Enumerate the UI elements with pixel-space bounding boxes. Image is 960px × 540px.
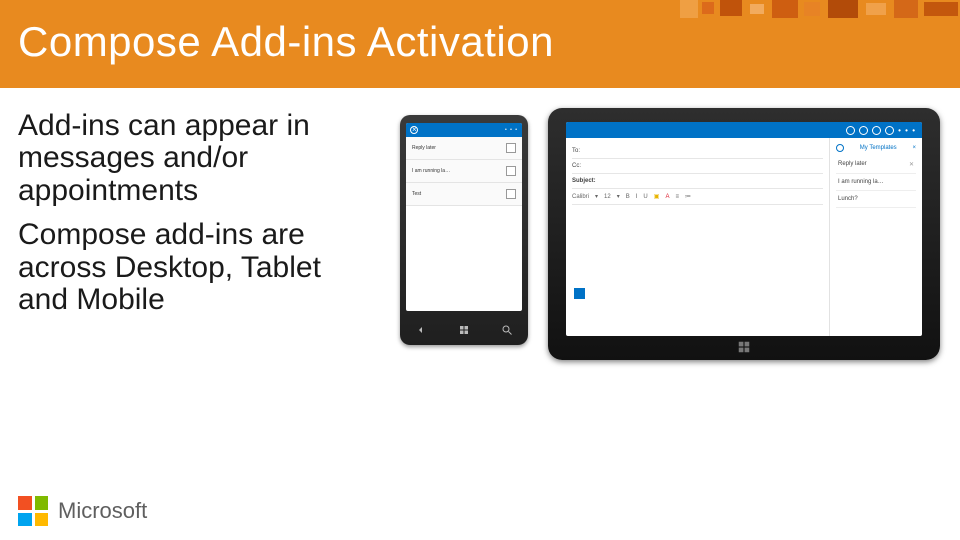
template-item[interactable]: Lunch? [836,191,916,208]
format-toolbar: Calibri ▾ 12 ▾ B I U ▣ A ≡ ≔ [572,189,823,205]
delete-icon[interactable]: ✕ [909,161,914,168]
thumbnail-icon [506,189,516,199]
microsoft-logo-icon [18,496,48,526]
windows-icon[interactable] [737,340,751,354]
thumbnail-icon [506,143,516,153]
close-icon[interactable] [410,126,418,134]
header-band: Compose Add-ins Activation [0,0,960,88]
list-item[interactable]: I am running la… [406,160,522,183]
body-paragraph-2: Compose add-ins are across Desktop, Tabl… [18,219,378,316]
footer: Microsoft [18,496,147,526]
to-label: To: [572,148,580,154]
sidepane-my-templates: My Templates × Reply later ✕ I am runnin… [830,138,922,336]
subject-field[interactable]: Subject: [572,174,823,189]
list-item-label: I am running la… [412,168,450,174]
phone-appbar: • • • [406,123,522,137]
template-title: Reply later [838,161,867,168]
brand-name: Microsoft [58,498,147,524]
appbar-action-icon[interactable] [885,126,894,135]
underline-button[interactable]: U [643,194,647,200]
cc-field[interactable]: Cc: [572,159,823,174]
highlight-icon[interactable]: ▣ [654,193,660,200]
overflow-menu-icon[interactable]: • • • [898,126,916,135]
tablet-mock: • • • To: Cc: Subject: Calibri ▾ [548,108,940,360]
bold-button[interactable]: B [626,194,630,200]
header-decor [680,0,960,18]
addin-badge-icon[interactable] [574,288,585,299]
appbar-action-icon[interactable] [872,126,881,135]
template-title: Lunch? [838,196,858,202]
italic-button[interactable]: I [636,194,638,200]
appbar-action-icon[interactable] [859,126,868,135]
search-icon[interactable] [501,323,513,341]
thumbnail-icon [506,166,516,176]
tablet-screen: • • • To: Cc: Subject: Calibri ▾ [566,122,922,336]
phone-screen: • • • Reply later I am running la… Test [406,123,522,311]
template-title: I am running la… [838,179,884,185]
back-icon[interactable] [415,323,427,341]
phone-nav-bar [400,323,528,341]
templates-icon [836,144,844,152]
cc-label: Cc: [572,163,581,169]
font-name-select[interactable]: Calibri [572,194,589,200]
overflow-menu-icon[interactable]: • • • [505,127,518,133]
sidepane-title: My Templates [860,145,897,151]
list-item[interactable]: Test [406,183,522,206]
font-color-icon[interactable]: A [665,194,669,200]
phone-editor-area [406,206,522,218]
template-item[interactable]: I am running la… [836,174,916,191]
windows-icon[interactable] [458,323,470,341]
align-left-icon[interactable]: ≡ [675,194,679,200]
body-text: Add-ins can appear in messages and/or ap… [18,110,378,328]
message-editor[interactable] [572,209,823,301]
tablet-appbar: • • • [566,122,922,138]
list-item-label: Reply later [412,145,436,151]
template-item[interactable]: Reply later ✕ [836,156,916,174]
to-field[interactable]: To: [572,144,823,159]
slide-title: Compose Add-ins Activation [18,18,554,66]
subject-label: Subject: [572,178,596,184]
font-size-select[interactable]: 12 [604,194,611,200]
list-item-label: Test [412,191,421,197]
body-paragraph-1: Add-ins can appear in messages and/or ap… [18,110,378,207]
list-item[interactable]: Reply later [406,137,522,160]
close-icon[interactable]: × [912,145,916,151]
compose-pane: To: Cc: Subject: Calibri ▾ 12 ▾ B I [566,138,830,336]
list-icon[interactable]: ≔ [685,193,691,200]
phone-mock: • • • Reply later I am running la… Test [400,115,528,345]
appbar-action-icon[interactable] [846,126,855,135]
